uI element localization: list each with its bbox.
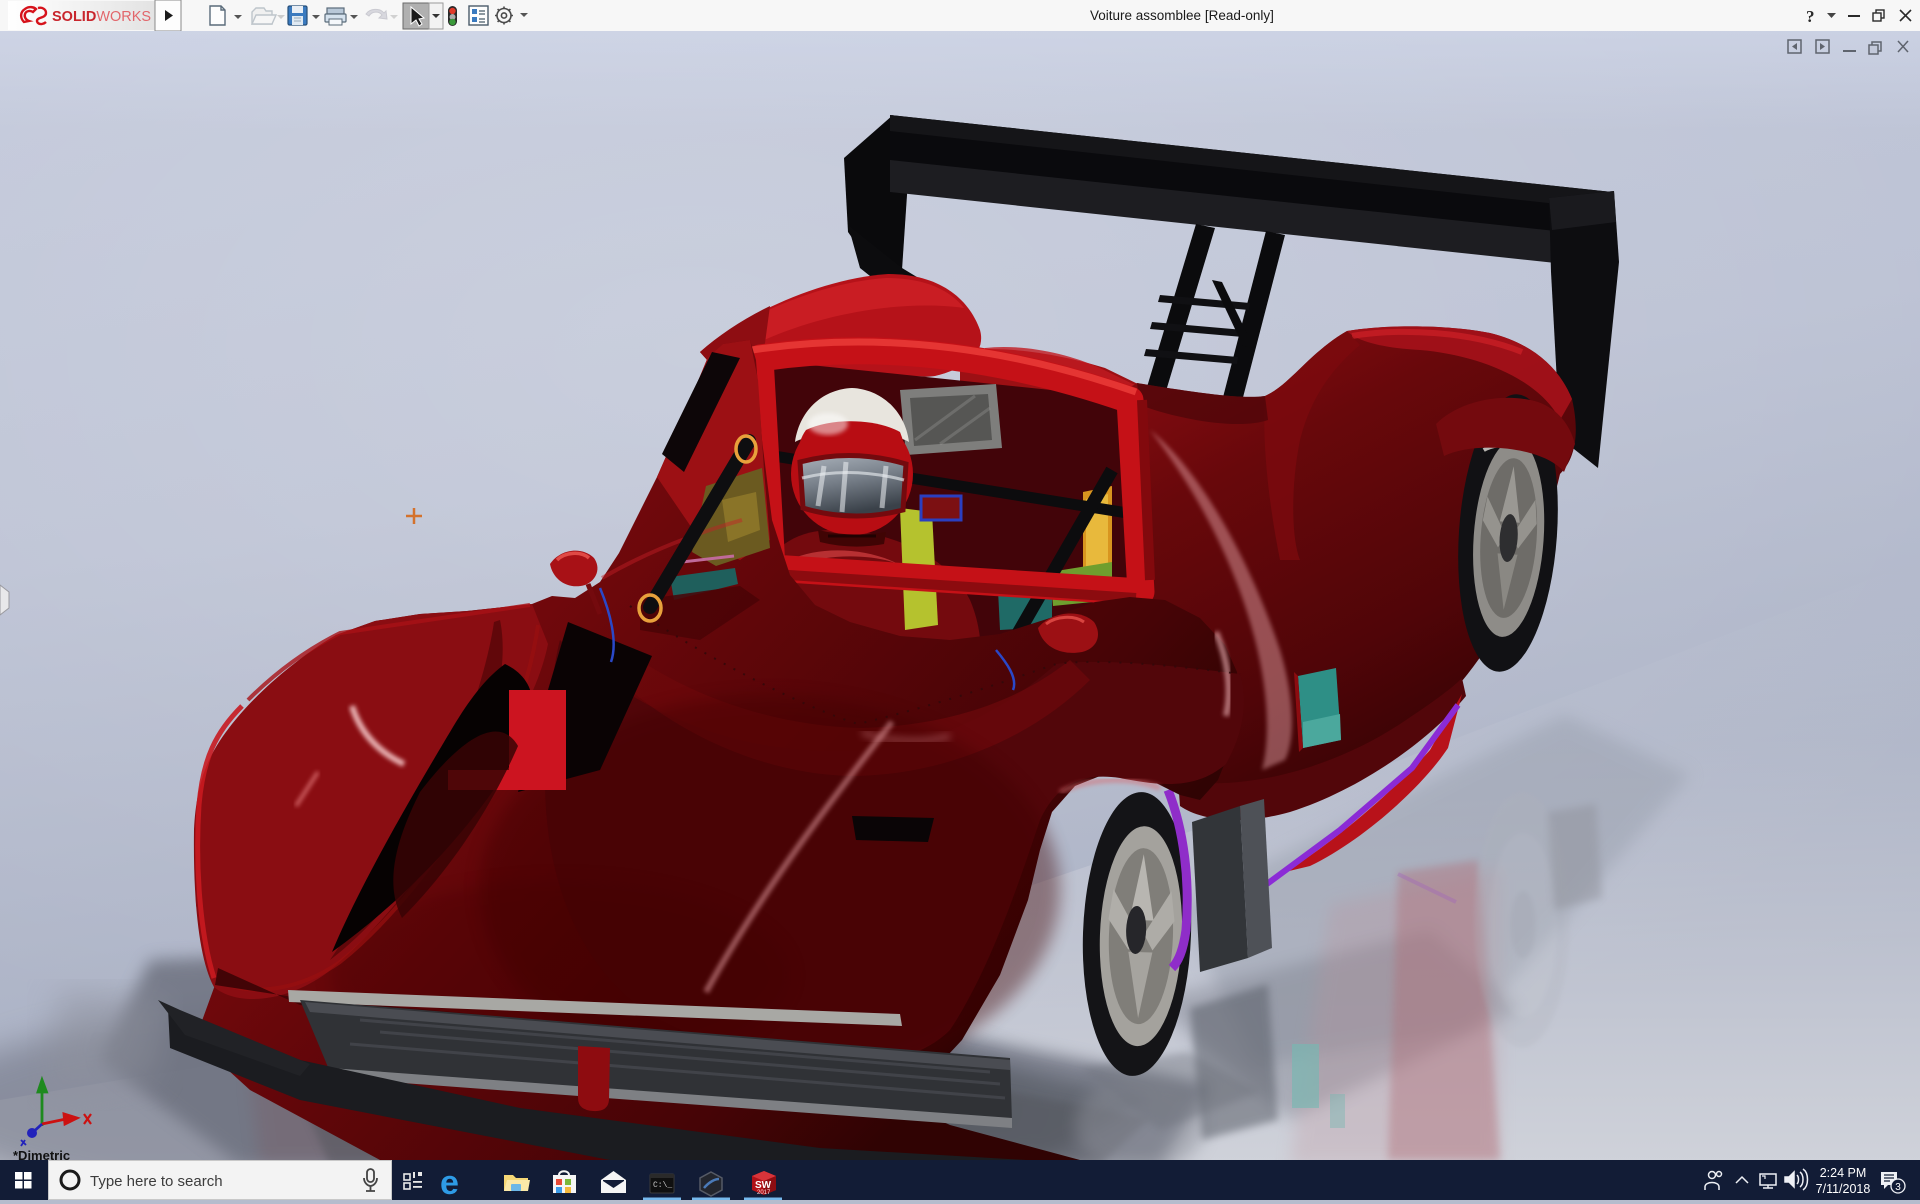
svg-text:2:24 PM: 2:24 PM xyxy=(1820,1166,1867,1180)
svg-text:Type here to search: Type here to search xyxy=(90,1173,223,1190)
svg-text:3: 3 xyxy=(1895,1182,1901,1193)
svg-text:e: e xyxy=(440,1164,459,1200)
svg-text:7/11/2018: 7/11/2018 xyxy=(1816,1182,1871,1196)
svg-text:2017: 2017 xyxy=(757,1190,771,1196)
svg-text:SOLIDWORKS: SOLIDWORKS xyxy=(52,9,151,25)
svg-text:C:\_: C:\_ xyxy=(653,1181,672,1190)
svg-text:?: ? xyxy=(1806,7,1815,26)
svg-text:Voiture assomblee [Read-only]: Voiture assomblee [Read-only] xyxy=(1090,8,1274,23)
